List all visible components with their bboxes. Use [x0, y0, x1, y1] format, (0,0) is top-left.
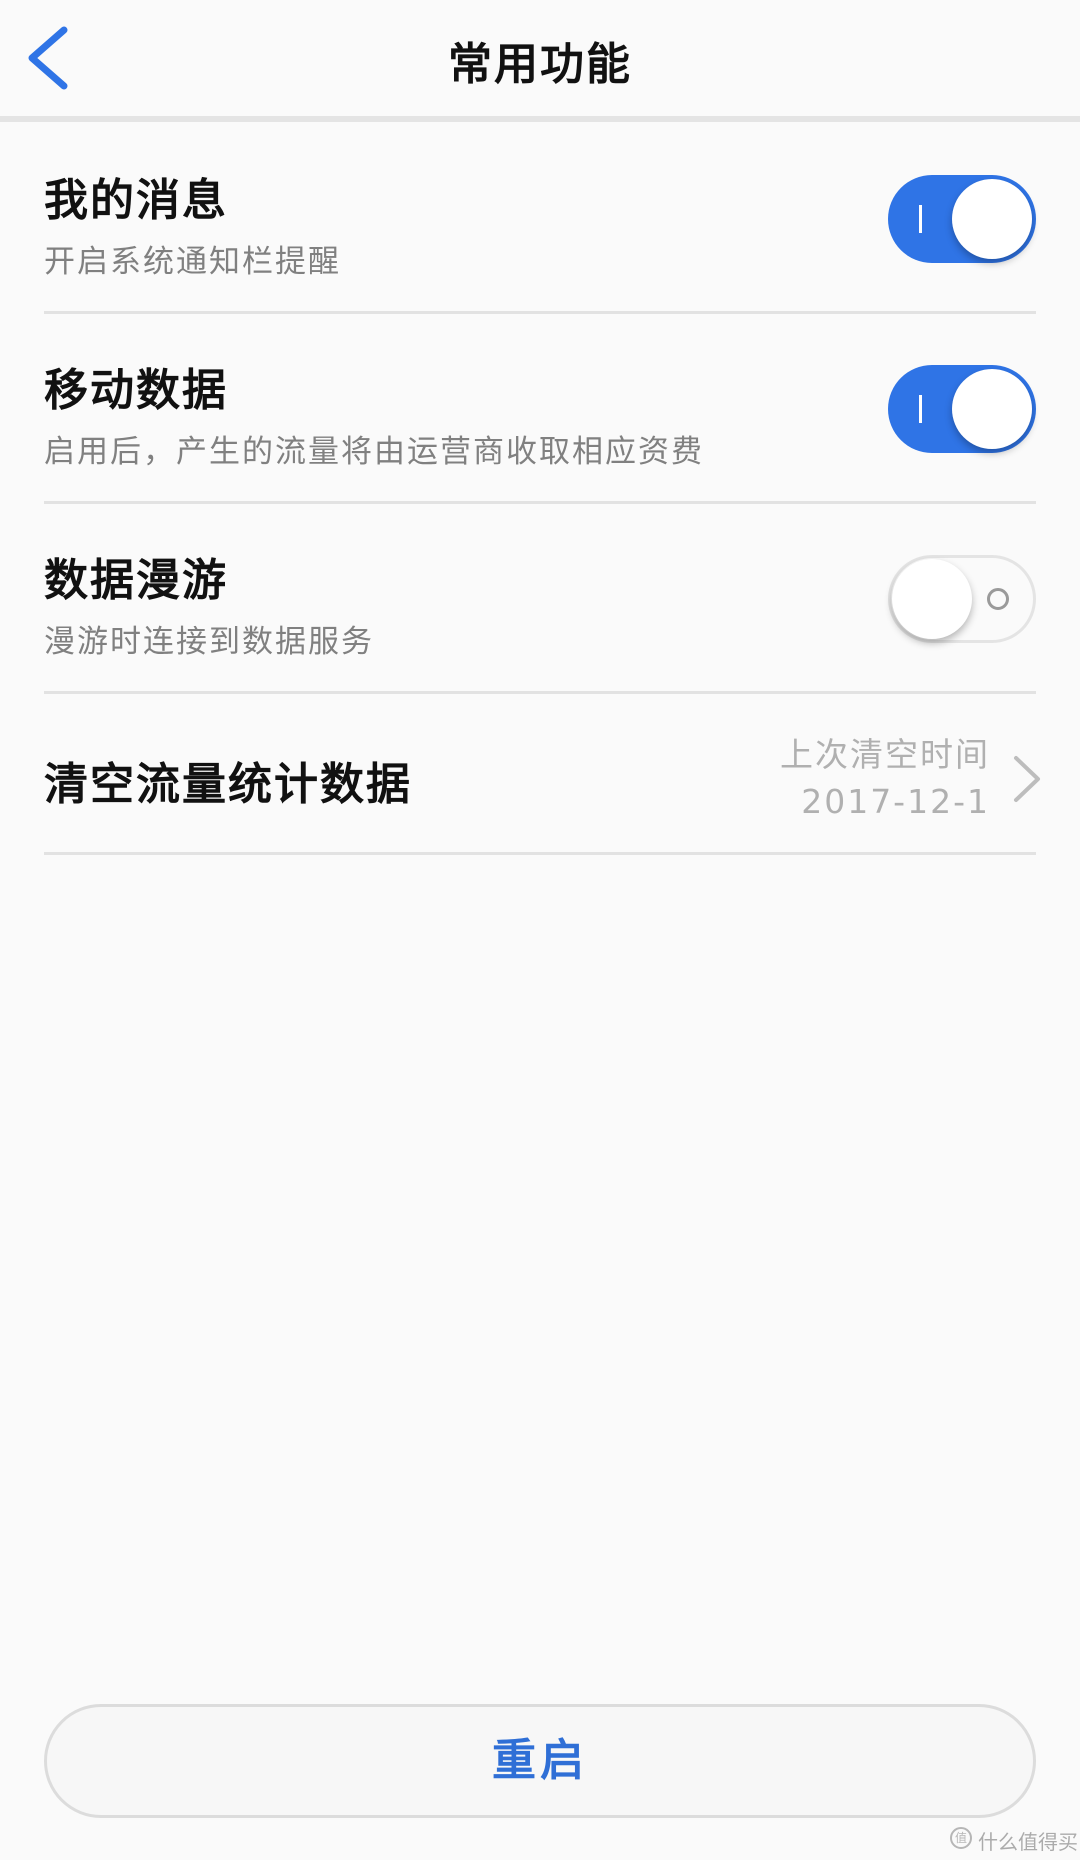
roaming-toggle[interactable] — [888, 555, 1036, 643]
setting-subtitle: 开启系统通知栏提醒 — [44, 244, 341, 280]
setting-subtitle: 启用后，产生的流量将由运营商收取相应资费 — [44, 434, 704, 470]
clear-stats-row[interactable]: 清空流量统计数据 上次清空时间 2017-12-1 — [44, 700, 1036, 850]
setting-title: 数据漫游 — [44, 555, 228, 606]
toggle-off-mark — [987, 588, 1009, 610]
mobile-data-toggle[interactable] — [888, 365, 1036, 453]
toggle-knob — [952, 179, 1032, 259]
watermark: 值 什么值得买 — [950, 1824, 1078, 1854]
last-cleared-date: 2017-12-1 — [801, 782, 990, 821]
toggle-on-mark — [919, 205, 922, 233]
toggle-knob — [952, 369, 1032, 449]
clear-stats-title: 清空流量统计数据 — [44, 759, 412, 810]
row-divider — [44, 852, 1036, 855]
nav-bar: 常用功能 — [0, 0, 1080, 116]
toggle-on-mark — [919, 395, 922, 423]
setting-title: 移动数据 — [44, 365, 228, 416]
row-divider — [44, 691, 1036, 694]
last-cleared-label: 上次清空时间 — [780, 735, 990, 774]
setting-subtitle: 漫游时连接到数据服务 — [44, 624, 374, 660]
nav-divider — [0, 116, 1080, 122]
restart-button[interactable]: 重启 — [44, 1704, 1036, 1818]
chevron-right-icon — [1014, 756, 1040, 802]
watermark-logo-icon: 值 — [950, 1827, 972, 1849]
messages-toggle[interactable] — [888, 175, 1036, 263]
setting-title: 我的消息 — [44, 175, 228, 226]
row-divider — [44, 501, 1036, 504]
page-title: 常用功能 — [448, 39, 632, 90]
row-divider — [44, 311, 1036, 314]
watermark-text: 什么值得买 — [978, 1830, 1078, 1854]
toggle-knob — [892, 559, 972, 639]
